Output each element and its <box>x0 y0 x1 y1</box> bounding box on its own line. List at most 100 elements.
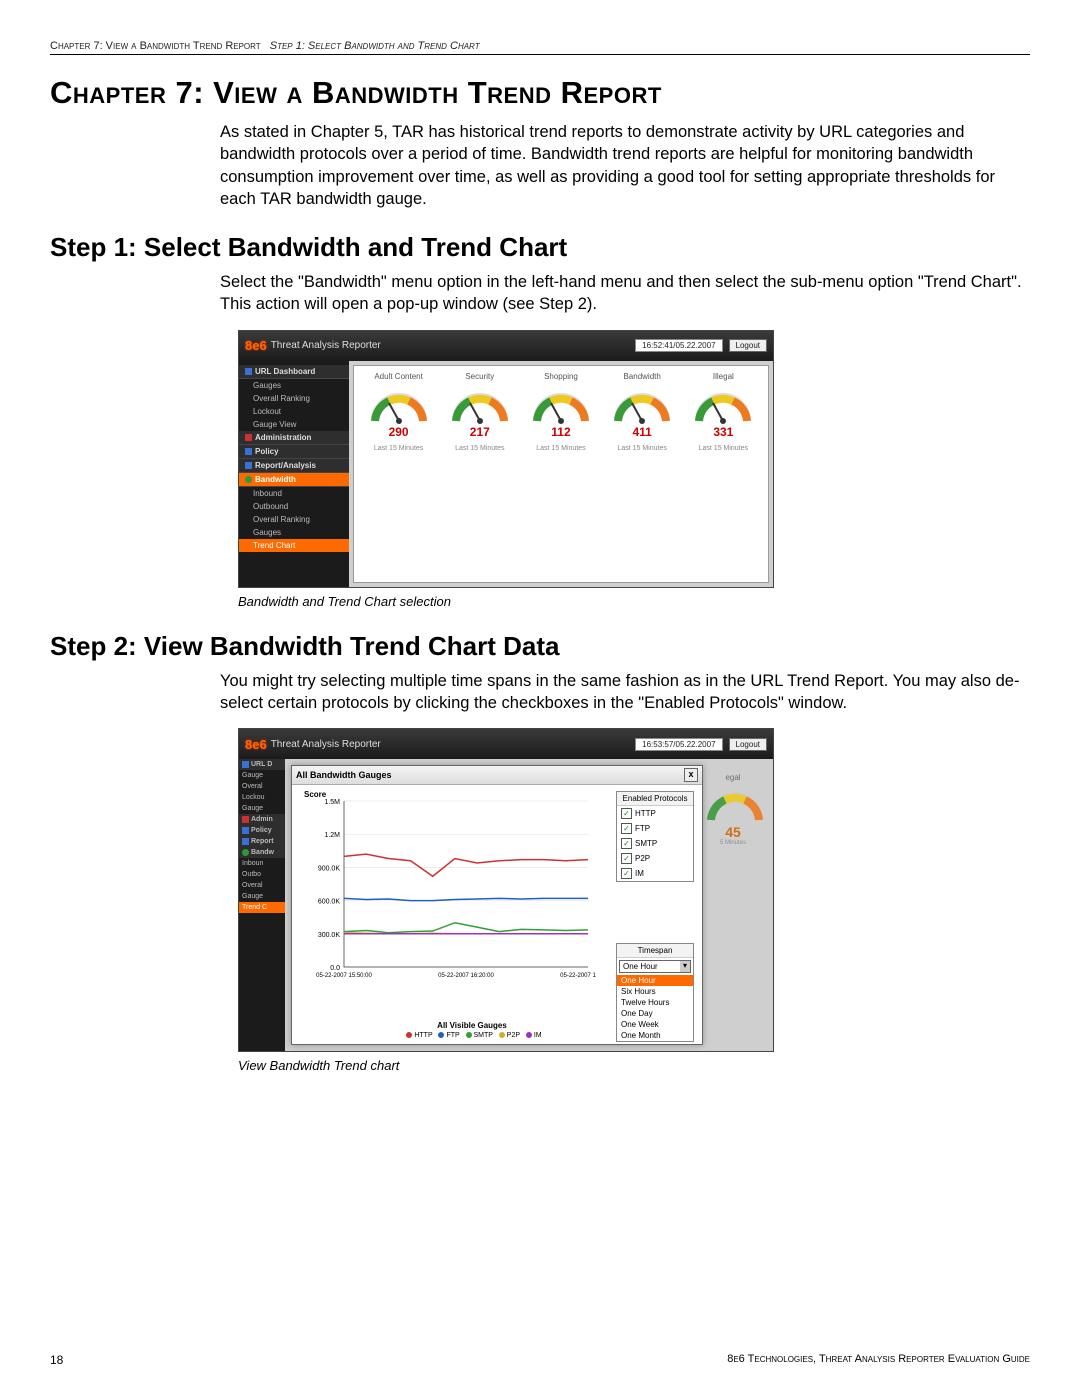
svg-text:05-22-2007 15:50:00: 05-22-2007 15:50:00 <box>316 973 372 979</box>
sidebar-item-gauges-bw[interactable]: Gauges <box>239 526 349 539</box>
protocol-checkbox-row[interactable]: ✓IM <box>617 866 693 881</box>
checkbox-icon[interactable]: ✓ <box>621 838 632 849</box>
sidebar2-item[interactable]: Gauge <box>239 770 285 781</box>
sidebar-header-url-dashboard[interactable]: URL Dashboard <box>239 365 349 379</box>
logout-button[interactable]: Logout <box>729 738 767 751</box>
sidebar2-admin[interactable]: Admin <box>239 814 285 825</box>
page-number: 18 <box>50 1353 63 1367</box>
gauge-value: 290 <box>363 425 435 439</box>
page-footer: 18 8e6 Technologies, Threat Analysis Rep… <box>50 1353 1030 1367</box>
step2-paragraph: You might try selecting multiple time sp… <box>50 670 1030 715</box>
sidebar-item-lockout[interactable]: Lockout <box>239 405 349 418</box>
square-icon <box>242 816 249 823</box>
sidebar-header-bandwidth[interactable]: Bandwidth <box>239 473 349 487</box>
app-header: 8e6 Threat Analysis Reporter 16:52:41/05… <box>239 331 773 361</box>
sidebar2-report[interactable]: Report <box>239 836 285 847</box>
timespan-option[interactable]: One Month <box>617 1030 693 1041</box>
gauge-subtitle: Last 15 Minutes <box>444 445 516 452</box>
gauge[interactable]: Security217Last 15 Minutes <box>444 372 516 582</box>
svg-text:300.0K: 300.0K <box>318 932 341 939</box>
chart-window-title: All Bandwidth Gauges <box>296 770 392 780</box>
gauge[interactable]: Bandwidth411Last 15 Minutes <box>606 372 678 582</box>
timespan-panel: Timespan One Hour ▾ One HourSix HoursTwe… <box>616 943 694 1042</box>
timespan-option[interactable]: Six Hours <box>617 986 693 997</box>
square-icon <box>245 448 252 455</box>
timespan-option[interactable]: One Day <box>617 1008 693 1019</box>
sidebar-item-gauge-view[interactable]: Gauge View <box>239 418 349 431</box>
sidebar-item-overall-ranking[interactable]: Overall Ranking <box>239 392 349 405</box>
gauge-icon <box>705 786 765 828</box>
svg-text:05-22-2007 16:20:00: 05-22-2007 16:20:00 <box>438 973 494 979</box>
legend-dot-icon <box>406 1032 412 1038</box>
protocol-checkbox-row[interactable]: ✓FTP <box>617 821 693 836</box>
gauge-subtitle: Last 15 Minutes <box>687 445 759 452</box>
gauge-value: 112 <box>525 425 597 439</box>
chart-popup-window: All Bandwidth Gauges x Score0.0300.0K600… <box>291 765 703 1045</box>
sidebar-header-policy[interactable]: Policy <box>239 445 349 459</box>
svg-text:05-22-2007 16:50:00: 05-22-2007 16:50:00 <box>560 973 596 979</box>
sidebar2-url[interactable]: URL D <box>239 759 285 770</box>
gauge-subtitle: Last 15 Minutes <box>363 445 435 452</box>
sidebar-item-trend-chart[interactable]: Trend Chart <box>239 539 349 552</box>
timespan-option[interactable]: One Hour <box>617 975 693 986</box>
close-icon[interactable]: x <box>684 768 698 782</box>
svg-text:0.0: 0.0 <box>330 965 340 972</box>
checkbox-icon[interactable]: ✓ <box>621 853 632 864</box>
legend-dot-icon <box>499 1032 505 1038</box>
sidebar2-item[interactable]: Outbo <box>239 869 285 880</box>
footer-right: 8e6 Technologies, Threat Analysis Report… <box>727 1353 1030 1367</box>
sidebar2-item[interactable]: Overal <box>239 880 285 891</box>
svg-text:1.5M: 1.5M <box>324 799 340 806</box>
square-icon <box>242 838 249 845</box>
sidebar-item-outbound[interactable]: Outbound <box>239 500 349 513</box>
checkbox-icon[interactable]: ✓ <box>621 868 632 879</box>
chart-legend: All Visible Gauges HTTP FTP SMTP P2P IM <box>352 1021 592 1039</box>
timespan-option[interactable]: One Week <box>617 1019 693 1030</box>
protocol-checkbox-row[interactable]: ✓P2P <box>617 851 693 866</box>
sidebar-2: URL D Gauge Overal Lockou Gauge Admin Po… <box>239 759 285 1051</box>
sidebar2-item[interactable]: Inboun <box>239 858 285 869</box>
sidebar-item-overall-ranking-bw[interactable]: Overall Ranking <box>239 513 349 526</box>
logout-button[interactable]: Logout <box>729 339 767 352</box>
sidebar2-item[interactable]: Gauge <box>239 891 285 902</box>
square-icon <box>245 462 252 469</box>
timespan-option[interactable]: Twelve Hours <box>617 997 693 1008</box>
checkbox-icon[interactable]: ✓ <box>621 808 632 819</box>
sidebar2-item[interactable]: Overal <box>239 781 285 792</box>
app-title: Threat Analysis Reporter <box>271 739 381 750</box>
gauge[interactable]: Shopping112Last 15 Minutes <box>525 372 597 582</box>
square-icon <box>242 827 249 834</box>
svg-text:900.0K: 900.0K <box>318 866 341 873</box>
chevron-down-icon: ▾ <box>680 961 690 972</box>
gauge-icon <box>693 387 753 429</box>
gauge[interactable]: Adult Content 290 Last 15 Minutes <box>363 372 435 582</box>
gauge-title: Adult Content <box>363 372 435 381</box>
line-chart: Score0.0300.0K600.0K900.0K1.2M1.5M05-22-… <box>296 787 596 1007</box>
sidebar-item-gauges[interactable]: Gauges <box>239 379 349 392</box>
sidebar-item-inbound[interactable]: Inbound <box>239 487 349 500</box>
sidebar2-policy[interactable]: Policy <box>239 825 285 836</box>
sidebar-header-administration[interactable]: Administration <box>239 431 349 445</box>
gauge-title: Shopping <box>525 372 597 381</box>
timestamp: 16:52:41/05.22.2007 <box>635 339 722 352</box>
timestamp: 16:53:57/05.22.2007 <box>635 738 722 751</box>
sidebar-header-report-analysis[interactable]: Report/Analysis <box>239 459 349 473</box>
sidebar2-item[interactable]: Lockou <box>239 792 285 803</box>
gauge-icon <box>369 387 429 429</box>
protocol-checkbox-row[interactable]: ✓HTTP <box>617 806 693 821</box>
checkbox-icon[interactable]: ✓ <box>621 823 632 834</box>
protocol-checkbox-row[interactable]: ✓SMTP <box>617 836 693 851</box>
timespan-title: Timespan <box>617 944 693 958</box>
square-icon <box>245 434 252 441</box>
step1-title: Step 1: Select Bandwidth and Trend Chart <box>50 232 1030 263</box>
timespan-select[interactable]: One Hour ▾ <box>619 960 691 973</box>
gauge-value: 411 <box>606 425 678 439</box>
sidebar2-trend[interactable]: Trend C <box>239 902 285 913</box>
gauge[interactable]: Illegal331Last 15 Minutes <box>687 372 759 582</box>
sidebar2-bandwidth[interactable]: Bandw <box>239 847 285 858</box>
step1-paragraph: Select the "Bandwidth" menu option in th… <box>50 271 1030 316</box>
logo-8e6: 8e6 <box>245 338 267 353</box>
sidebar: URL Dashboard Gauges Overall Ranking Loc… <box>239 361 349 587</box>
sidebar2-item[interactable]: Gauge <box>239 803 285 814</box>
enabled-protocols-title: Enabled Protocols <box>617 792 693 806</box>
